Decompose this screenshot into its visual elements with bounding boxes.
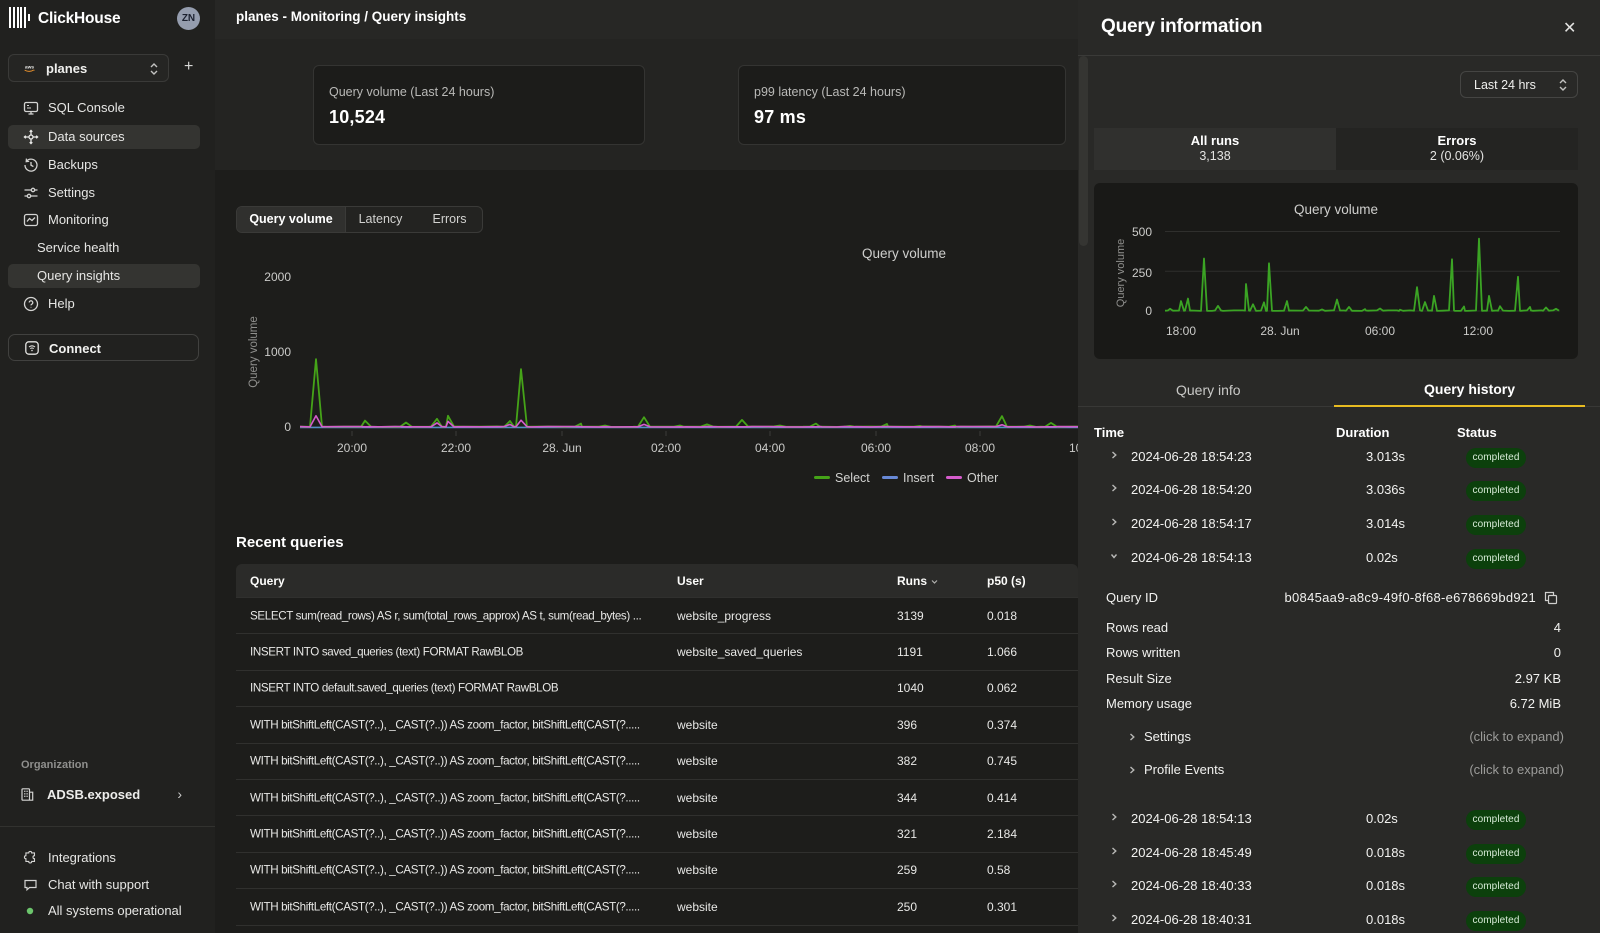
- svg-text:2000: 2000: [264, 270, 291, 284]
- svg-text:Query volume: Query volume: [1115, 239, 1127, 307]
- svg-text:500: 500: [1132, 225, 1152, 239]
- svg-text:04:00: 04:00: [755, 441, 785, 455]
- svg-text:1000: 1000: [264, 345, 291, 359]
- svg-text:02:00: 02:00: [651, 441, 681, 455]
- svg-text:12:00: 12:00: [1463, 324, 1493, 338]
- svg-text:18:00: 18:00: [1166, 324, 1196, 338]
- svg-text:20:00: 20:00: [337, 441, 367, 455]
- svg-text:06:00: 06:00: [861, 441, 891, 455]
- svg-text:22:00: 22:00: [441, 441, 471, 455]
- svg-text:Query volume: Query volume: [248, 316, 260, 388]
- svg-text:10:00: 10:00: [1069, 441, 1078, 455]
- svg-text:06:00: 06:00: [1365, 324, 1395, 338]
- svg-text:Other: Other: [967, 471, 998, 485]
- svg-text:Select: Select: [835, 471, 870, 485]
- svg-text:28. Jun: 28. Jun: [542, 441, 581, 455]
- svg-text:0: 0: [284, 420, 291, 434]
- svg-text:Insert: Insert: [903, 471, 935, 485]
- svg-text:08:00: 08:00: [965, 441, 995, 455]
- svg-text:28. Jun: 28. Jun: [1260, 324, 1299, 338]
- svg-text:aws: aws: [25, 66, 34, 71]
- svg-text:Query volume: Query volume: [1294, 202, 1378, 217]
- svg-text:250: 250: [1132, 266, 1152, 280]
- svg-text:Query volume: Query volume: [862, 246, 946, 261]
- svg-text:0: 0: [1145, 304, 1152, 318]
